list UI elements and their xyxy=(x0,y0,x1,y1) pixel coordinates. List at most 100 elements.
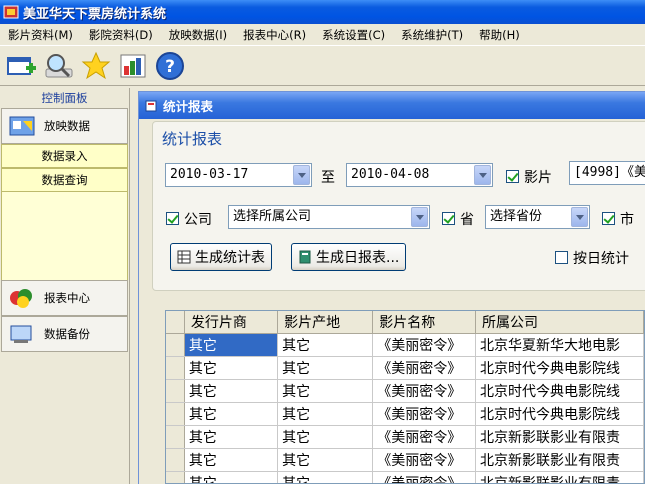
document-icon xyxy=(299,250,311,264)
row-header[interactable] xyxy=(166,425,185,449)
table-cell[interactable]: 《美丽密令》 xyxy=(372,402,477,426)
search-button[interactable] xyxy=(41,48,77,84)
table-cell[interactable]: 其它 xyxy=(184,379,279,403)
date-to-dropdown-icon[interactable] xyxy=(474,165,491,185)
table-row[interactable]: 其它 其它 《美丽密令》 北京新影联影业有限责 xyxy=(166,448,644,472)
sub-item-data-query[interactable]: 数据查询 xyxy=(1,168,128,192)
col-origin[interactable]: 影片产地 xyxy=(277,311,374,334)
row-header[interactable] xyxy=(166,448,185,472)
control-panel-header: 控制面板 xyxy=(41,91,88,105)
favorites-button[interactable] xyxy=(78,48,114,84)
svg-text:?: ? xyxy=(165,57,175,77)
daily-report-label: 生成日报表... xyxy=(316,250,400,266)
table-row[interactable]: 其它 其它 《美丽密令》 北京时代今典电影院线 xyxy=(166,402,644,426)
chart-button[interactable] xyxy=(115,48,151,84)
table-cell[interactable]: 其它 xyxy=(184,448,279,472)
table-cell[interactable]: 其它 xyxy=(277,402,374,426)
menu-screening[interactable]: 放映数据(I) xyxy=(161,27,235,43)
table-cell[interactable]: 其它 xyxy=(277,448,374,472)
col-film-name[interactable]: 影片名称 xyxy=(372,311,477,334)
grid-corner xyxy=(166,311,185,334)
film-label: 影片 xyxy=(524,170,552,186)
nav-report-center-label: 报表中心 xyxy=(44,291,90,305)
new-window-button[interactable] xyxy=(4,48,40,84)
help-icon: ? xyxy=(156,51,184,80)
film-combo[interactable]: [4998]《美 xyxy=(569,161,645,185)
table-cell[interactable]: 《美丽密令》 xyxy=(372,471,477,483)
report-center-icon xyxy=(10,289,32,308)
col-distributor[interactable]: 发行片商 xyxy=(184,311,279,334)
date-from-dropdown-icon[interactable] xyxy=(293,165,310,185)
city-checkbox[interactable] xyxy=(602,212,615,225)
table-row[interactable]: 其它 其它 《美丽密令》 北京时代今典电影院线 xyxy=(166,379,644,403)
table-cell[interactable]: 北京时代今典电影院线 xyxy=(475,402,644,426)
company-checkbox[interactable] xyxy=(166,212,179,225)
app-icon xyxy=(3,5,19,19)
table-cell[interactable]: 《美丽密令》 xyxy=(372,379,477,403)
row-header[interactable] xyxy=(166,402,185,426)
company-dropdown-icon[interactable] xyxy=(411,207,428,227)
date-to-picker[interactable]: 2010-04-08 xyxy=(346,163,493,187)
company-select[interactable]: 选择所属公司 xyxy=(228,205,430,229)
toolbar: ? xyxy=(0,46,645,86)
row-header[interactable] xyxy=(166,356,185,380)
table-cell[interactable]: 其它 xyxy=(277,379,374,403)
daily-report-button[interactable]: 生成日报表... xyxy=(291,243,407,271)
generate-report-button[interactable]: 生成统计表 xyxy=(170,243,272,271)
menu-maintenance[interactable]: 系统维护(T) xyxy=(393,27,471,43)
table-cell[interactable]: 北京时代今典电影院线 xyxy=(475,356,644,380)
daily-stat-checkbox[interactable] xyxy=(555,251,568,264)
search-icon xyxy=(45,53,73,77)
nav-screening-data[interactable]: 放映数据 xyxy=(1,108,128,144)
screening-data-icon xyxy=(9,116,35,136)
table-cell[interactable]: 其它 xyxy=(184,333,279,357)
window-icon xyxy=(145,100,157,111)
row-header[interactable] xyxy=(166,471,185,483)
table-cell[interactable]: 其它 xyxy=(184,425,279,449)
table-cell[interactable]: 其它 xyxy=(277,333,374,357)
table-cell[interactable]: 其它 xyxy=(184,471,279,483)
table-row[interactable]: 其它 其它 《美丽密令》 北京华夏新华大地电影 xyxy=(166,333,644,357)
company-label: 公司 xyxy=(184,212,212,228)
window-title: 美亚华天下票房统计系统 xyxy=(23,6,167,22)
table-cell[interactable]: 《美丽密令》 xyxy=(372,356,477,380)
control-panel: 控制面板 放映数据 数据录入 数据查询 报表中心 数据备份 xyxy=(0,88,130,484)
row-header[interactable] xyxy=(166,379,185,403)
table-cell[interactable]: 其它 xyxy=(277,425,374,449)
table-cell[interactable]: 北京新影联影业有限责 xyxy=(475,448,644,472)
menu-film[interactable]: 影片资料(M) xyxy=(0,27,81,43)
province-select[interactable]: 选择省份 xyxy=(485,205,590,229)
table-row[interactable]: 其它 其它 《美丽密令》 北京新影联影业有限责 xyxy=(166,471,644,483)
table-row[interactable]: 其它 其它 《美丽密令》 北京新影联影业有限责 xyxy=(166,425,644,449)
date-from-picker[interactable]: 2010-03-17 xyxy=(165,163,312,187)
province-checkbox[interactable] xyxy=(442,212,455,225)
table-cell[interactable]: 《美丽密令》 xyxy=(372,333,477,357)
help-button[interactable]: ? xyxy=(152,48,188,84)
table-cell[interactable]: 北京新影联影业有限责 xyxy=(475,425,644,449)
table-cell[interactable]: 其它 xyxy=(184,402,279,426)
table-cell[interactable]: 北京新影联影业有限责 xyxy=(475,471,644,483)
table-cell[interactable]: 《美丽密令》 xyxy=(372,448,477,472)
province-label: 省 xyxy=(460,212,474,228)
table-cell[interactable]: 其它 xyxy=(277,356,374,380)
nav-data-backup[interactable]: 数据备份 xyxy=(1,316,128,352)
col-company[interactable]: 所属公司 xyxy=(475,311,644,334)
table-cell[interactable]: 北京华夏新华大地电影 xyxy=(475,333,644,357)
table-cell[interactable]: 北京时代今典电影院线 xyxy=(475,379,644,403)
film-checkbox[interactable] xyxy=(506,170,519,183)
province-dropdown-icon[interactable] xyxy=(571,207,588,227)
table-cell[interactable]: 《美丽密令》 xyxy=(372,425,477,449)
daily-stat-label: 按日统计 xyxy=(573,251,629,267)
menu-cinema[interactable]: 影院资料(D) xyxy=(81,27,161,43)
sub-item-data-entry[interactable]: 数据录入 xyxy=(1,144,128,168)
menu-help[interactable]: 帮助(H) xyxy=(471,27,528,43)
nav-report-center[interactable]: 报表中心 xyxy=(1,280,128,316)
table-cell[interactable]: 其它 xyxy=(277,471,374,483)
table-row[interactable]: 其它 其它 《美丽密令》 北京时代今典电影院线 xyxy=(166,356,644,380)
menu-settings[interactable]: 系统设置(C) xyxy=(314,27,393,43)
table-cell[interactable]: 其它 xyxy=(184,356,279,380)
menu-reports[interactable]: 报表中心(R) xyxy=(235,27,314,43)
results-table: 发行片商 影片产地 影片名称 所属公司 其它 其它 《美丽密令》 北京华夏新华大地电影… xyxy=(166,311,644,483)
row-header[interactable] xyxy=(166,333,185,357)
generate-report-label: 生成统计表 xyxy=(195,250,265,266)
